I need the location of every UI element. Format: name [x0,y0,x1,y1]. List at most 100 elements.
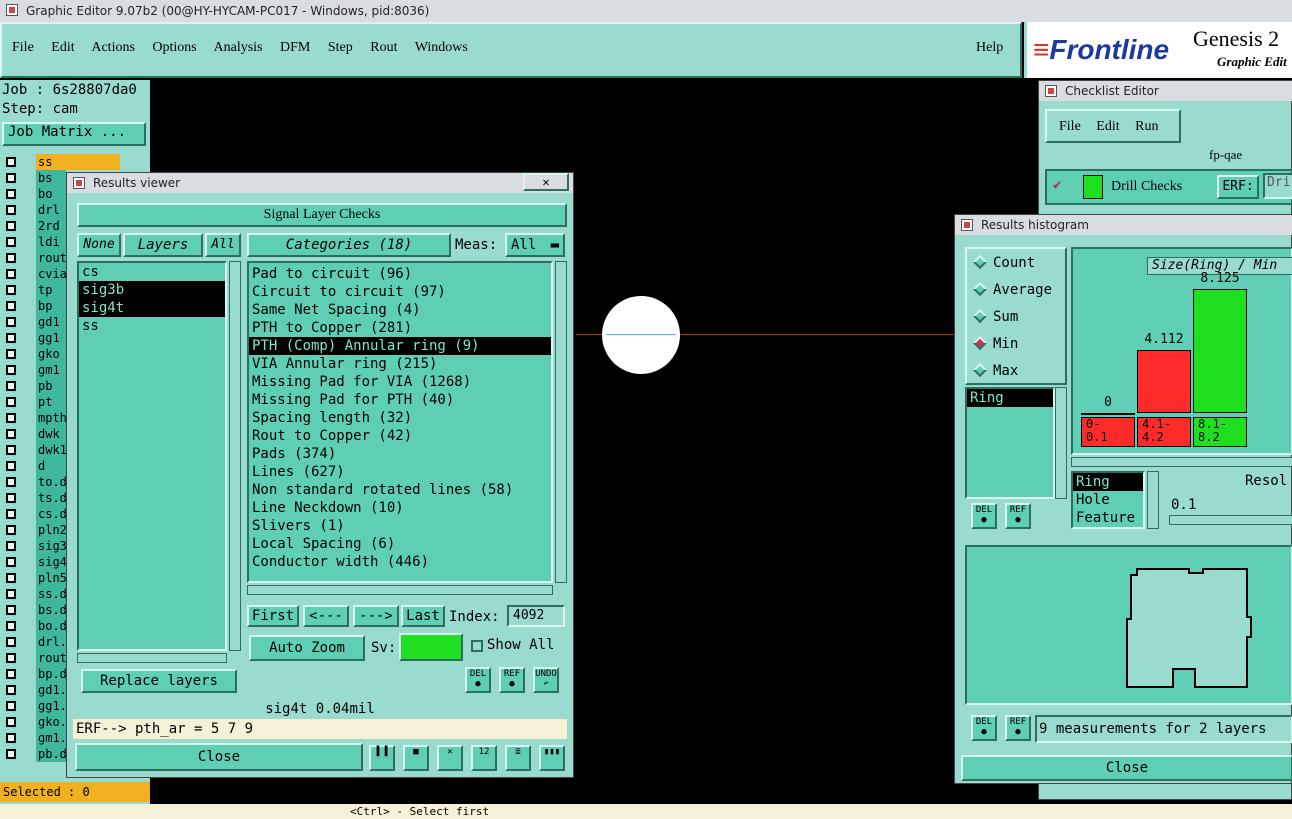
layer-checkbox[interactable] [6,429,16,439]
layer-checkbox[interactable] [6,573,16,583]
menu-dfm[interactable]: DFM [280,40,310,55]
layer-checkbox[interactable] [6,653,16,663]
layer-name[interactable]: pln2 [36,522,66,538]
layer-name[interactable]: rout [36,650,66,666]
layer-checkbox[interactable] [6,349,16,359]
type-item[interactable]: Feature [1073,509,1143,527]
category-item[interactable]: Local Spacing (6) [249,535,551,553]
menu-actions[interactable]: Actions [91,40,135,55]
categories-hscrollbar[interactable] [247,585,553,595]
layer-checkbox[interactable] [6,237,16,247]
category-item[interactable]: Same Net Spacing (4) [249,301,551,319]
layer-name[interactable]: to.d [36,474,66,490]
histogram-ref-button[interactable]: REF ● [1005,503,1031,529]
option-sum[interactable]: Sum [972,308,1018,325]
layer-checkbox[interactable] [6,317,16,327]
undo-button[interactable]: UNDO ↶ [533,667,559,693]
histogram-bar[interactable] [1081,413,1135,415]
category-item[interactable]: Missing Pad for PTH (40) [249,391,551,409]
first-button[interactable]: First [247,605,299,627]
erf-value[interactable]: Dri [1263,173,1292,199]
list-item[interactable]: Ring [967,389,1053,407]
results-layer-list[interactable]: cs sig3b sig4t ss [77,261,227,651]
layer-name[interactable]: pb [36,378,66,394]
layer-checkbox[interactable] [6,589,16,599]
layer-name[interactable]: gko [36,346,66,362]
histogram-bar[interactable] [1137,350,1191,413]
histogram-icon[interactable]: ▮▮▮ [539,745,565,771]
layer-name[interactable]: gg1. [36,698,66,714]
auto-zoom-dropdown[interactable]: Auto Zoom [249,635,365,661]
preview-del-button[interactable]: DEL ● [971,715,997,741]
category-item[interactable]: PTH (Comp) Annular ring (9) [249,337,551,355]
replace-layers-button[interactable]: Replace layers [81,669,237,693]
layer-name[interactable]: bs.d [36,602,66,618]
layer-checkbox[interactable] [6,717,16,727]
categories-button[interactable]: Categories (18) [247,233,451,257]
layer-checkbox[interactable] [6,605,16,615]
option-min[interactable]: Min [972,335,1018,352]
layer-checkbox[interactable] [6,397,16,407]
layer-name[interactable]: tp [36,282,66,298]
option-average[interactable]: Average [972,281,1052,298]
category-item[interactable]: Slivers (1) [249,517,551,535]
layer-checkbox[interactable] [6,461,16,471]
histogram-list[interactable]: Ring [965,387,1055,499]
ref-button[interactable]: REF ● [499,667,525,693]
layer-name[interactable]: drl. [36,634,66,650]
layer-name[interactable]: sig4 [36,554,66,570]
erf-button[interactable]: ERF: [1217,175,1259,199]
sv-color-dropdown[interactable] [399,633,463,661]
layer-checkbox[interactable] [6,333,16,343]
type-item[interactable]: Ring [1073,473,1143,491]
layer-name[interactable]: pln5 [36,570,66,586]
layer-checkbox[interactable] [6,157,16,167]
last-button[interactable]: Last [401,605,445,627]
layer-checkbox[interactable] [6,189,16,199]
layer-checkbox[interactable] [6,269,16,279]
layer-list-scrollbar[interactable] [229,261,241,651]
board-preview[interactable] [965,545,1292,705]
none-button[interactable]: None [77,233,121,257]
layer-name[interactable]: rout [36,250,66,266]
category-item[interactable]: Circuit to circuit (97) [249,283,551,301]
category-item[interactable]: Lines (627) [249,463,551,481]
layer-name[interactable]: ts.d [36,490,66,506]
type-list[interactable]: Ring Hole Feature [1071,471,1145,529]
category-item[interactable]: Missing Pad for VIA (1268) [249,373,551,391]
del-button[interactable]: DEL ● [465,667,491,693]
tool-icon-5[interactable]: ≣ [505,745,531,771]
layer-name[interactable]: 2rd [36,218,66,234]
layer-checkbox[interactable] [6,637,16,647]
layer-checkbox[interactable] [6,493,16,503]
layer-checkbox[interactable] [6,669,16,679]
menu-options[interactable]: Options [152,40,196,55]
option-count[interactable]: Count [972,254,1035,271]
categories-list[interactable]: Pad to circuit (96) Circuit to circuit (9… [247,261,553,583]
menu-rout[interactable]: Rout [370,40,397,55]
category-item[interactable]: Pad to circuit (96) [249,265,551,283]
tool-icon-1[interactable]: ▌▐ [369,745,395,771]
layer-name[interactable]: cs.d [36,506,66,522]
histogram-bar[interactable] [1193,289,1247,413]
layer-name[interactable]: drl [36,202,66,218]
layer-checkbox[interactable] [6,221,16,231]
layer-checkbox[interactable] [6,749,16,759]
layer-name[interactable]: bp.d [36,666,66,682]
category-item[interactable]: Conductor width (446) [249,553,551,571]
layer-checkbox[interactable] [6,445,16,455]
layer-name[interactable]: pt [36,394,66,410]
layer-checkbox[interactable] [6,685,16,695]
category-item[interactable]: Rout to Copper (42) [249,427,551,445]
layer-name[interactable]: gko. [36,714,66,730]
checklist-menu-file[interactable]: File [1059,119,1081,134]
layer-checkbox[interactable] [6,541,16,551]
tool-icon-3[interactable]: ✕ [437,745,463,771]
category-item[interactable]: Non standard rotated lines (58) [249,481,551,499]
layer-name[interactable]: dwk1 [36,442,66,458]
layer-checkbox[interactable] [6,557,16,567]
next-button[interactable]: ---> [353,605,399,627]
layer-name[interactable]: sig3 [36,538,66,554]
histogram-list-scrollbar[interactable] [1055,387,1067,499]
layer-checkbox[interactable] [6,301,16,311]
